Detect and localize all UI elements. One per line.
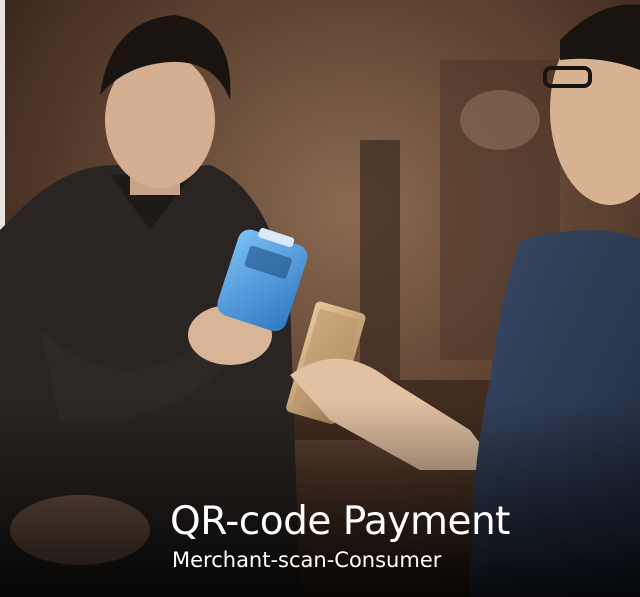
hero-banner: QR-code Payment Merchant-scan-Consumer <box>0 0 640 597</box>
background-pillar <box>360 140 400 400</box>
caption-subtitle: Merchant-scan-Consumer <box>172 548 442 572</box>
background-light <box>460 90 540 150</box>
caption-title: QR-code Payment <box>170 499 510 544</box>
caption: QR-code Payment Merchant-scan-Consumer <box>170 498 510 574</box>
